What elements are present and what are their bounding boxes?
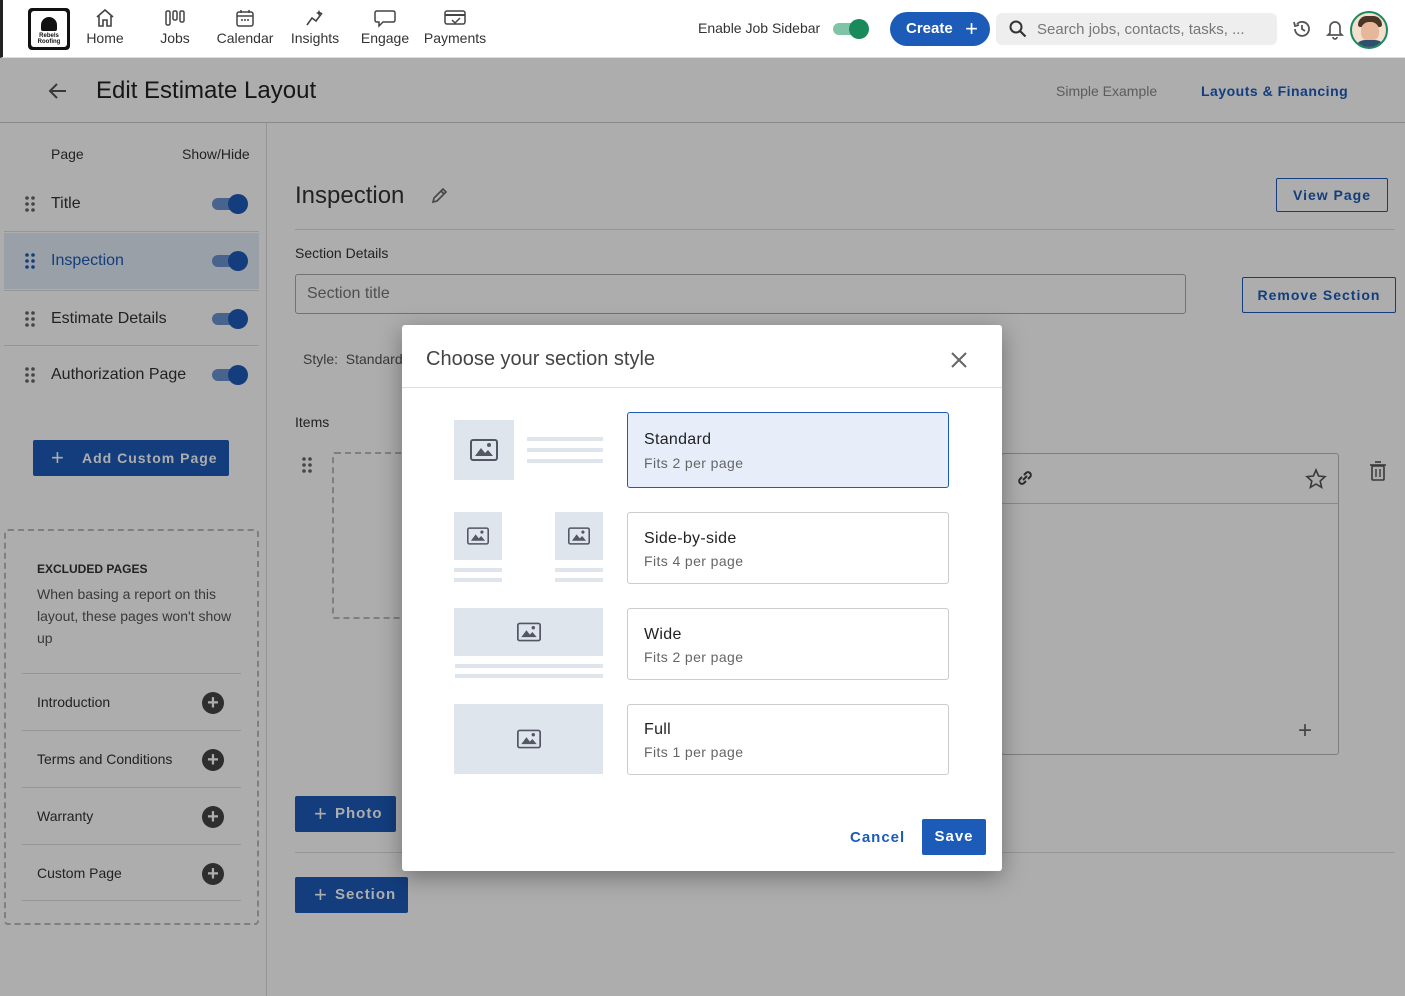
side-by-side-style-preview[interactable] [454,512,604,584]
image-icon [568,527,590,545]
cancel-button[interactable]: Cancel [850,829,905,846]
image-icon [467,527,489,545]
payments-icon [444,10,466,25]
job-sidebar-toggle[interactable] [831,18,869,40]
section-style-dialog: Choose your section style Standard Fits … [402,325,1002,871]
search-icon [1009,20,1027,38]
full-style-preview[interactable] [454,704,604,774]
style-option-wide[interactable]: Wide Fits 2 per page [627,608,949,680]
style-option-standard[interactable]: Standard Fits 2 per page [627,412,949,488]
search-input[interactable]: Search jobs, contacts, tasks, ... [1037,21,1262,38]
history-icon[interactable] [1291,18,1313,40]
engage-icon [374,10,396,28]
jobs-icon [165,10,185,26]
insights-icon [306,10,323,26]
user-avatar[interactable] [1350,11,1388,49]
divider [402,387,1002,388]
nav-jobs[interactable]: Jobs [159,8,191,46]
nav-insights[interactable]: Insights [289,8,341,46]
save-button[interactable]: Save [922,819,986,855]
calendar-icon [236,10,254,27]
image-icon [516,622,541,642]
global-search[interactable]: Search jobs, contacts, tasks, ... [996,13,1277,45]
bell-icon[interactable] [1325,18,1345,40]
create-button[interactable]: Create + [890,12,990,46]
style-option-full[interactable]: Full Fits 1 per page [627,704,949,775]
nav-payments[interactable]: Payments [423,8,487,46]
image-icon [470,439,498,461]
image-icon [516,729,541,749]
close-icon[interactable] [948,349,970,371]
nav-home[interactable]: Home [86,8,124,46]
nav-engage[interactable]: Engage [360,8,410,46]
dialog-title: Choose your section style [426,348,656,370]
style-option-side-by-side[interactable]: Side-by-side Fits 4 per page [627,512,949,584]
wide-style-preview[interactable] [454,608,604,680]
job-sidebar-label: Enable Job Sidebar [698,20,821,36]
plus-icon: + [965,16,978,41]
home-icon [96,8,114,27]
nav-calendar[interactable]: Calendar [216,8,274,46]
company-logo[interactable]: Rebels Roofing [28,8,70,50]
logo-text: Rebels Roofing [37,33,61,45]
standard-style-preview[interactable] [454,420,604,480]
top-nav-bar: Rebels Roofing Home Jobs Calendar Insigh… [0,0,1405,58]
